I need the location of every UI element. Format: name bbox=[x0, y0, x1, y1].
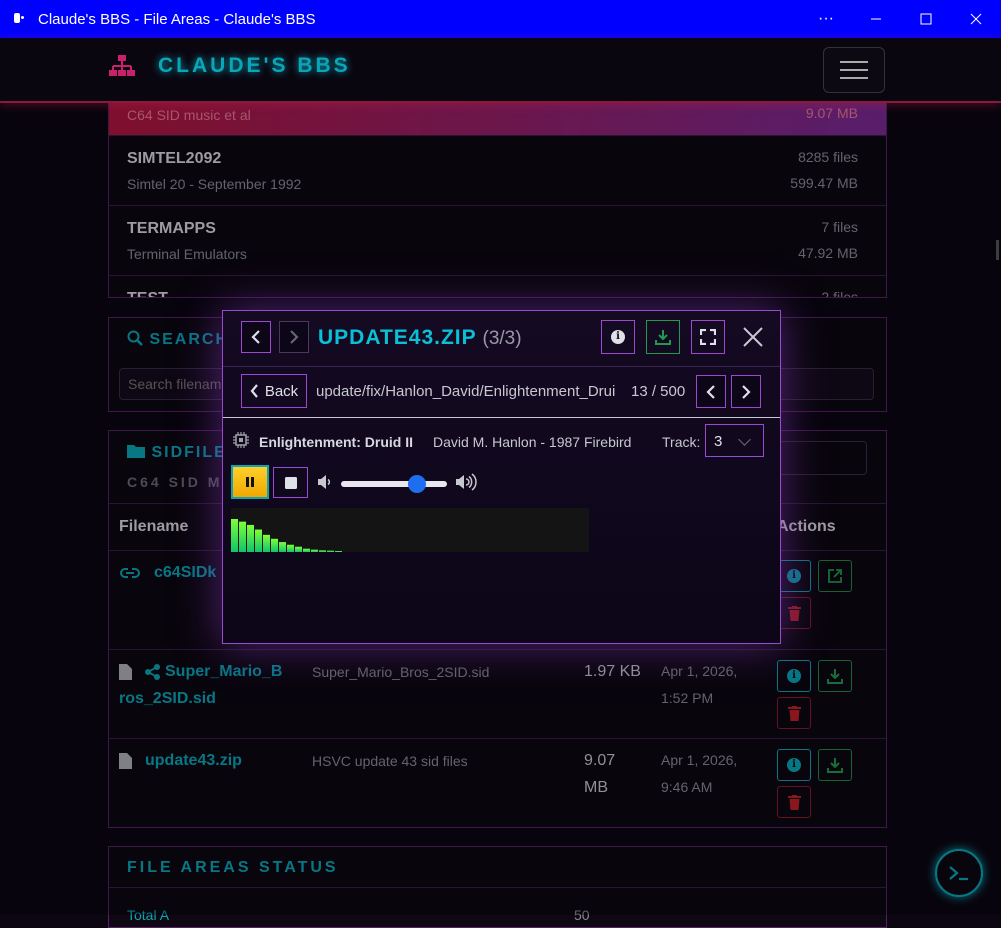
hamburger-icon bbox=[840, 61, 868, 63]
next-entry-button[interactable] bbox=[731, 375, 761, 408]
chevron-down-icon bbox=[738, 433, 751, 446]
previous-entry-button[interactable] bbox=[696, 375, 726, 408]
spectrum-bar bbox=[327, 550, 334, 552]
spectrum-bar bbox=[303, 548, 310, 552]
minimize-button[interactable] bbox=[851, 0, 901, 38]
sid-player: Enlightenment: Druid II David M. Hanlon … bbox=[223, 418, 780, 643]
app-icon bbox=[10, 11, 26, 27]
archive-entry-path: update/fix/Hanlon_David/Enlightenment_Dr… bbox=[316, 383, 616, 400]
window-titlebar: Claude's BBS - File Areas - Claude's BBS… bbox=[0, 0, 1001, 38]
download-icon bbox=[655, 330, 671, 345]
spectrum-bar bbox=[287, 544, 294, 552]
spectrum-visualizer bbox=[231, 508, 589, 552]
spectrum-bar bbox=[255, 529, 262, 552]
file-preview-modal: UPDATE43.ZIP (3/3) i Back update/fix/Han… bbox=[222, 310, 781, 644]
minimize-icon bbox=[871, 18, 881, 20]
download-button[interactable] bbox=[646, 320, 680, 354]
window-title: Claude's BBS - File Areas - Claude's BBS bbox=[38, 10, 316, 28]
spectrum-bar bbox=[311, 549, 318, 552]
spectrum-bar bbox=[295, 546, 302, 552]
song-author: David M. Hanlon - 1987 Firebird bbox=[433, 434, 632, 450]
modal-title: UPDATE43.ZIP (3/3) bbox=[318, 326, 522, 350]
expand-icon bbox=[700, 329, 716, 345]
brand-name: CLAUDE'S BBS bbox=[158, 54, 351, 77]
maximize-button[interactable] bbox=[901, 0, 951, 38]
next-file-button[interactable] bbox=[279, 321, 309, 353]
maximize-icon bbox=[920, 13, 932, 25]
spectrum-bar bbox=[335, 551, 342, 552]
fullscreen-button[interactable] bbox=[691, 320, 725, 354]
chevron-left-icon bbox=[706, 384, 715, 399]
spectrum-bar bbox=[271, 538, 278, 552]
spectrum-bar bbox=[279, 542, 286, 552]
track-label: Track: bbox=[662, 434, 701, 450]
spectrum-bar bbox=[231, 519, 238, 552]
spectrum-bar bbox=[263, 534, 270, 552]
more-options-button[interactable]: ··· bbox=[801, 0, 851, 38]
brand-link[interactable]: CLAUDE'S BBS bbox=[108, 52, 351, 80]
volume-slider-thumb[interactable] bbox=[408, 475, 427, 493]
info-icon: i bbox=[611, 330, 625, 344]
previous-file-button[interactable] bbox=[241, 321, 271, 353]
back-label: Back bbox=[264, 382, 299, 400]
back-button[interactable]: Back bbox=[241, 374, 307, 408]
modal-filename: UPDATE43.ZIP bbox=[318, 326, 477, 349]
file-info-button[interactable]: i bbox=[601, 320, 635, 354]
volume-high-icon bbox=[456, 473, 477, 491]
menu-toggle-button[interactable] bbox=[823, 47, 885, 93]
chevron-right-icon bbox=[742, 384, 751, 399]
volume-low-icon bbox=[318, 475, 331, 489]
pause-button[interactable] bbox=[231, 465, 269, 499]
modal-file-counter: (3/3) bbox=[482, 328, 522, 349]
chip-icon bbox=[233, 432, 249, 448]
pause-icon bbox=[246, 477, 254, 487]
entry-counter: 13 / 500 bbox=[631, 383, 686, 400]
archive-path-bar: Back update/fix/Hanlon_David/Enlightenme… bbox=[223, 366, 780, 418]
close-window-button[interactable] bbox=[951, 0, 1001, 38]
spectrum-bar bbox=[319, 550, 326, 552]
stop-button[interactable] bbox=[273, 467, 308, 498]
network-icon bbox=[109, 55, 135, 76]
spectrum-bar bbox=[239, 521, 246, 552]
song-title: Enlightenment: Druid II bbox=[259, 434, 413, 450]
spectrum-bar bbox=[247, 524, 254, 552]
track-value: 3 bbox=[714, 433, 723, 450]
volume-slider[interactable] bbox=[341, 475, 447, 493]
navbar: CLAUDE'S BBS bbox=[0, 38, 1001, 103]
chevron-right-icon bbox=[290, 330, 299, 344]
chevron-left-icon bbox=[250, 384, 258, 398]
stop-icon bbox=[284, 476, 297, 489]
close-modal-icon[interactable] bbox=[741, 325, 765, 349]
track-select[interactable]: 3 bbox=[705, 424, 764, 457]
chevron-left-icon bbox=[251, 330, 260, 344]
close-icon bbox=[970, 13, 982, 25]
modal-header: UPDATE43.ZIP (3/3) i bbox=[223, 311, 780, 367]
